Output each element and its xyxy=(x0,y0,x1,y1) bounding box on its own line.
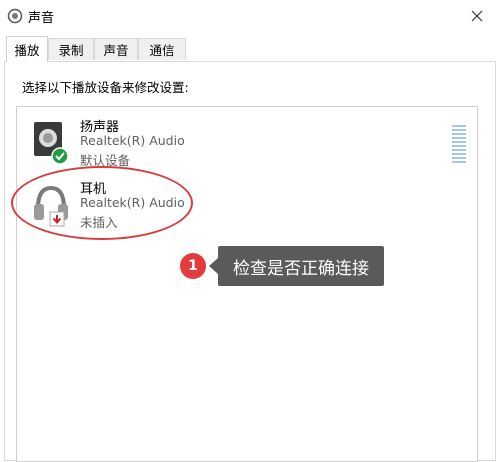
speaker-device-icon xyxy=(30,118,72,170)
tab-recording[interactable]: 录制 xyxy=(48,38,94,60)
speaker-icon xyxy=(7,8,23,24)
callout-tooltip: 检查是否正确连接 xyxy=(218,246,384,286)
instruction-text: 选择以下播放设备来修改设置: xyxy=(22,80,189,95)
tab-sounds[interactable]: 声音 xyxy=(94,38,138,60)
window-title: 声音 xyxy=(28,11,55,26)
volume-level-meter xyxy=(452,125,466,165)
device-driver: Realtek(R) Audio xyxy=(80,133,185,148)
highlight-ellipse xyxy=(11,166,193,240)
callout-number-badge: 1 xyxy=(180,253,206,279)
close-icon xyxy=(471,7,483,26)
tab-playback[interactable]: 播放 xyxy=(6,36,48,62)
default-check-icon xyxy=(51,147,69,165)
tab-communications[interactable]: 通信 xyxy=(138,38,186,60)
title-bar: 声音 xyxy=(0,0,500,32)
callout-pointer xyxy=(209,258,218,274)
close-button[interactable] xyxy=(454,0,500,32)
tab-strip: 播放 录制 声音 通信 xyxy=(0,36,500,62)
